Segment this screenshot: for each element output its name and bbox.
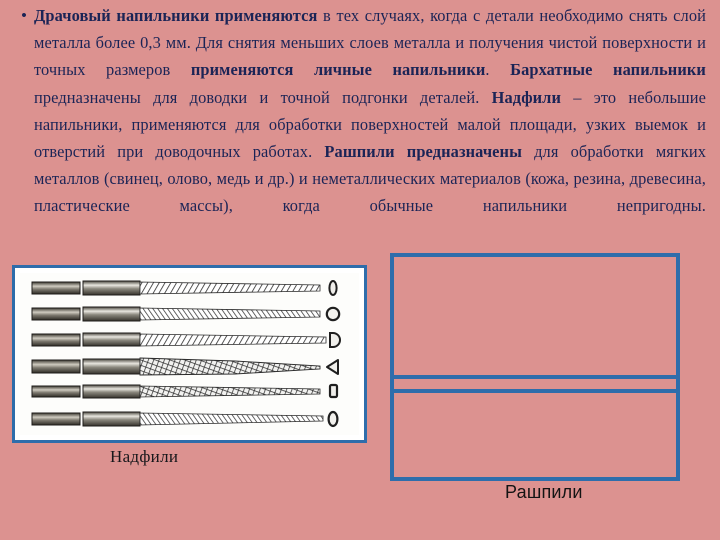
figure-needle-files [12,265,367,443]
text-segment: Рашпили предназначены [324,142,522,162]
text-segment: предназначены для доводки и точной подго… [34,87,492,107]
slide-canvas: • Драчовый напильники применяются в тех … [0,0,720,540]
bullet-paragraph: • Драчовый напильники применяются в тех … [14,2,706,220]
text-segment: Драчовый напильники применяются [34,6,318,25]
text-segment: . [485,60,511,80]
body-text-block: • Драчовый напильники применяются в тех … [14,2,706,220]
text-segment: Надфили [491,87,562,107]
caption-rashpili: Рашпили [505,482,583,502]
text-segment: Бархатные напильники [510,60,706,80]
bullet-dot-icon: • [21,7,27,24]
figure-rasps-placeholder-bottom [390,389,680,481]
needle-files-drawing [31,280,341,428]
caption-nadfili: Надфили [110,447,179,466]
figure-needle-files-canvas [20,273,359,435]
text-segment: применяются личные напильники [190,60,486,80]
bullet-paragraph-text: Драчовый напильники применяются в тех сл… [34,2,706,220]
figure-rasps-placeholder-top [390,253,680,379]
